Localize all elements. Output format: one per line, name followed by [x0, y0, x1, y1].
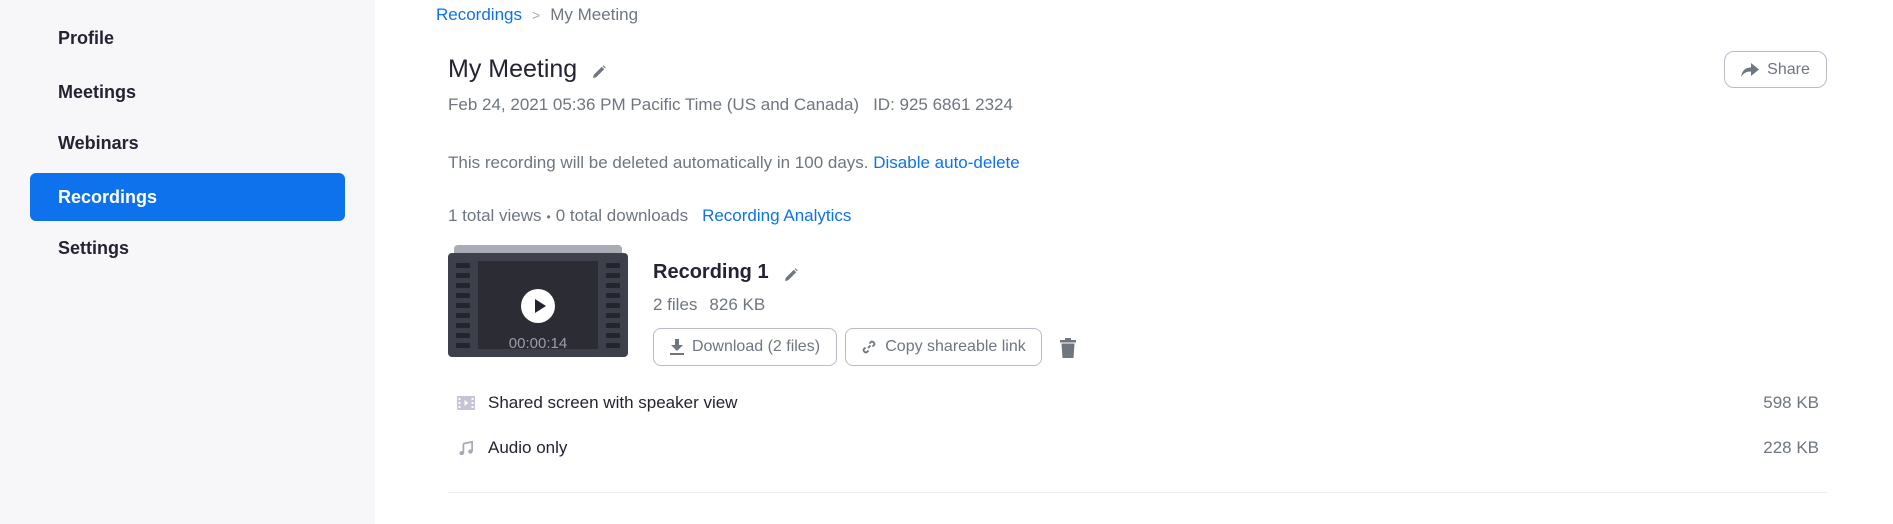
recording-summary: 2 files 826 KB — [653, 295, 765, 315]
edit-recording-pencil-icon[interactable] — [783, 267, 799, 283]
file-row[interactable]: Shared screen with speaker view 598 KB — [448, 388, 1827, 418]
download-icon — [669, 339, 684, 355]
copy-shareable-link-button[interactable]: Copy shareable link — [845, 328, 1042, 366]
play-icon[interactable] — [521, 289, 555, 323]
share-button[interactable]: Share — [1724, 51, 1827, 88]
download-button[interactable]: Download (2 files) — [653, 328, 837, 366]
recording-analytics-link[interactable]: Recording Analytics — [702, 206, 851, 225]
sidebar-item-meetings[interactable]: Meetings — [30, 68, 345, 116]
file-row[interactable]: Audio only 228 KB — [448, 433, 1827, 463]
film-strip-icon: 00:00:14 — [448, 253, 628, 357]
auto-delete-notice: This recording will be deleted automatic… — [448, 153, 869, 172]
file-size: 598 KB — [1763, 393, 1819, 412]
file-name[interactable]: Shared screen with speaker view — [488, 393, 737, 413]
page-title: My Meeting — [448, 55, 578, 83]
trash-icon[interactable] — [1059, 338, 1077, 358]
recording-title-row: Recording 1 — [653, 260, 799, 284]
separator-dot: • — [546, 209, 551, 224]
breadcrumb-current: My Meeting — [550, 5, 639, 24]
sidebar-item-settings[interactable]: Settings — [30, 224, 345, 272]
total-size: 826 KB — [709, 295, 766, 314]
breadcrumb-recordings-link[interactable]: Recordings — [436, 5, 522, 24]
copy-link-button-label: Copy shareable link — [885, 338, 1026, 355]
breadcrumb: Recordings > My Meeting — [436, 5, 638, 25]
total-downloads: 0 total downloads — [555, 206, 689, 225]
share-arrow-icon — [1741, 62, 1760, 77]
meeting-id: ID: 925 6861 2324 — [873, 95, 1013, 114]
divider — [448, 492, 1827, 493]
recording-title: Recording 1 — [653, 261, 769, 283]
share-button-label: Share — [1767, 60, 1810, 78]
main-content: Recordings > My Meeting My Meeting Feb 24,… — [375, 0, 1893, 524]
link-icon — [862, 340, 876, 354]
disable-auto-delete-link[interactable]: Disable auto-delete — [873, 153, 1019, 172]
video-file-icon — [457, 396, 475, 410]
auto-delete-line: This recording will be deleted automatic… — [448, 153, 1020, 173]
title-row: My Meeting — [448, 54, 607, 84]
edit-title-pencil-icon[interactable] — [591, 64, 607, 80]
download-button-label: Download (2 files) — [691, 338, 821, 355]
sidebar: Profile Meetings Webinars Recordings Set… — [0, 0, 375, 524]
breadcrumb-separator: > — [532, 7, 541, 23]
file-name[interactable]: Audio only — [488, 438, 567, 458]
sidebar-item-profile[interactable]: Profile — [30, 14, 345, 62]
recording-duration: 00:00:14 — [508, 335, 568, 352]
sidebar-item-recordings[interactable]: Recordings — [30, 173, 345, 221]
total-views: 1 total views — [448, 206, 542, 225]
file-count: 2 files — [653, 295, 698, 314]
sidebar-item-webinars[interactable]: Webinars — [30, 119, 345, 167]
stats-line: 1 total views • 0 total downloads Recording… — [448, 206, 851, 227]
audio-file-icon — [459, 441, 473, 455]
meeting-datetime: Feb 24, 2021 05:36 PM Pacific Time (US a… — [448, 95, 860, 114]
file-size: 228 KB — [1763, 438, 1819, 457]
recording-thumbnail[interactable]: 00:00:14 — [448, 245, 628, 357]
meeting-info-line: Feb 24, 2021 05:36 PM Pacific Time (US a… — [448, 95, 1013, 115]
